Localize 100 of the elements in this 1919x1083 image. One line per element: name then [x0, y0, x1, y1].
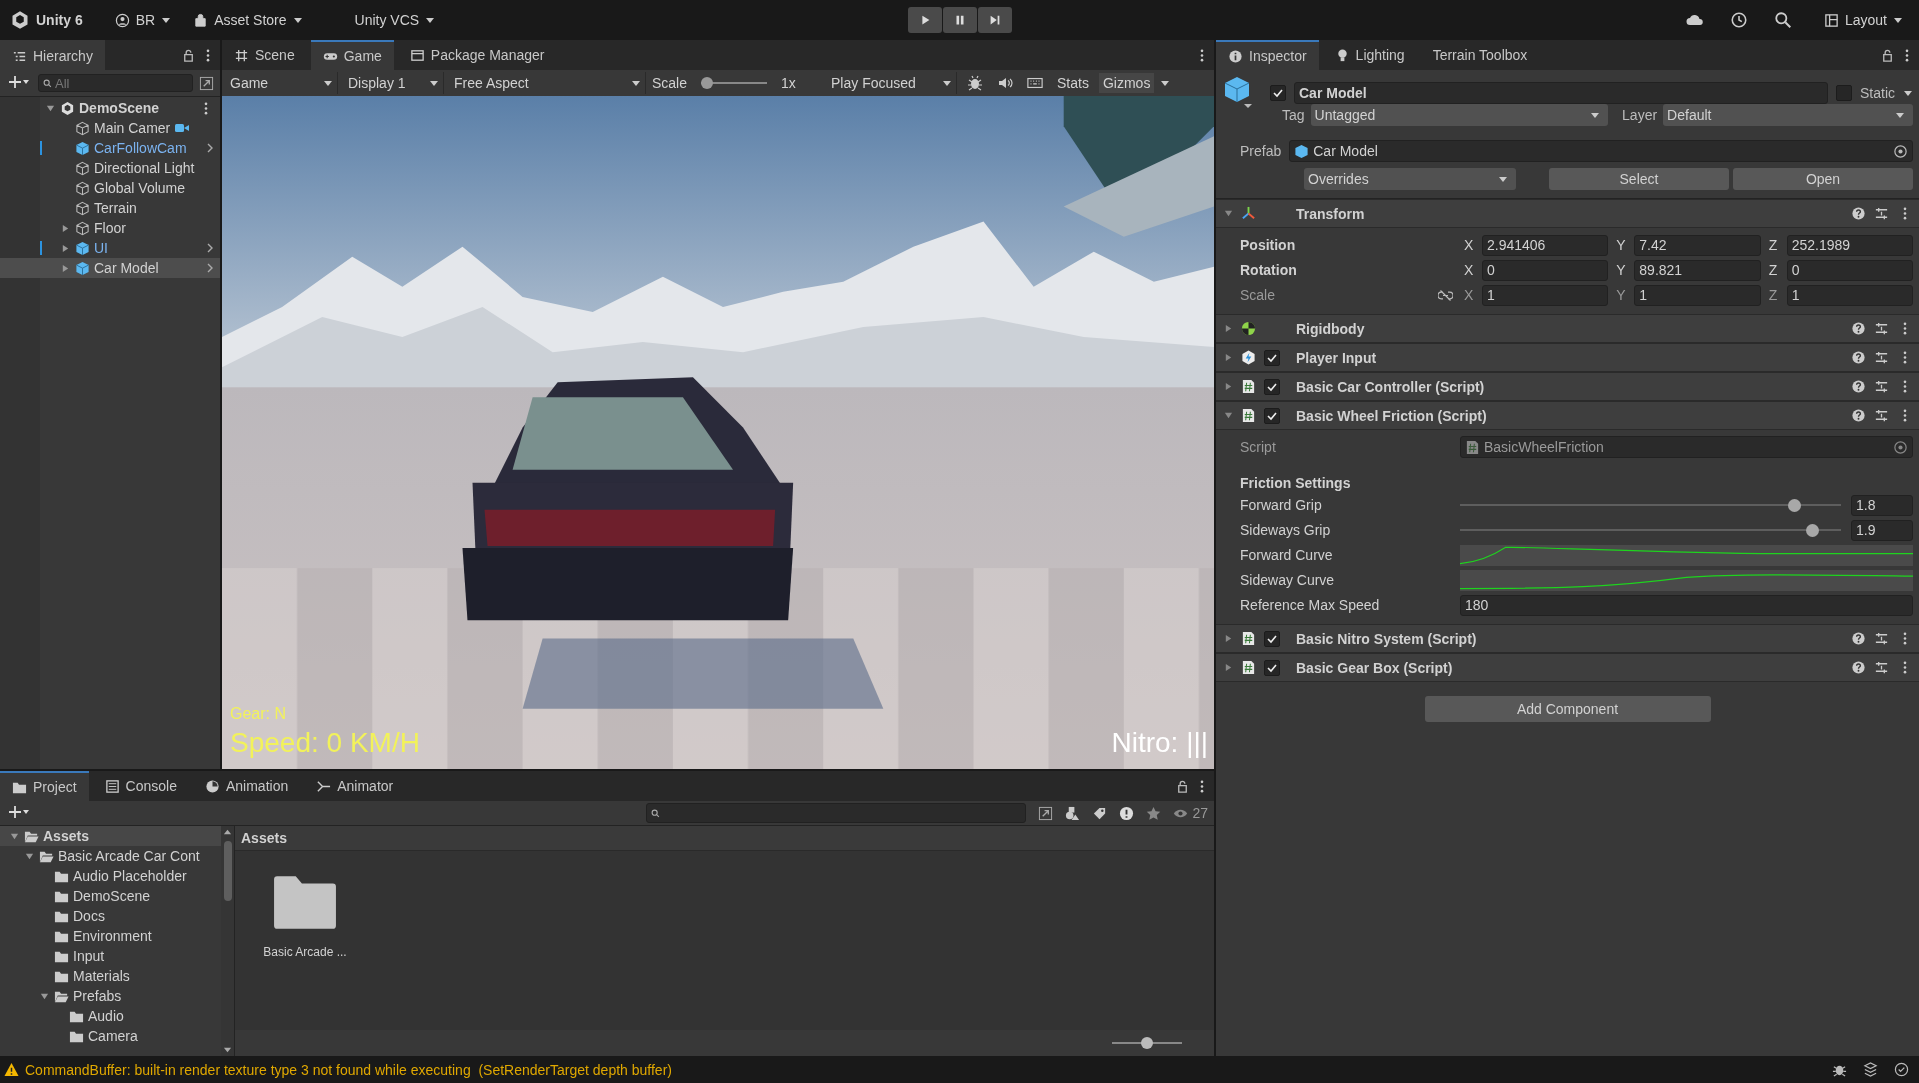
help-icon[interactable]: [1851, 350, 1866, 365]
number-field[interactable]: 1: [1482, 284, 1609, 306]
more-options-icon[interactable]: [1903, 322, 1907, 335]
history-icon[interactable]: [1729, 11, 1748, 29]
speaker-icon[interactable]: [997, 75, 1014, 91]
number-field[interactable]: 180: [1460, 594, 1913, 616]
slider-thumb[interactable]: [701, 77, 714, 89]
stack-icon[interactable]: [1863, 1062, 1878, 1077]
panel-tab[interactable]: Console: [92, 771, 189, 801]
caret-icon[interactable]: [1160, 78, 1171, 88]
more-options-icon[interactable]: [1200, 48, 1204, 62]
target-icon[interactable]: [1893, 143, 1908, 159]
component-header[interactable]: Basic Gear Box (Script): [1216, 653, 1919, 682]
curve-field[interactable]: [1460, 544, 1913, 566]
panel-tab[interactable]: Animation: [192, 771, 301, 801]
pause-button[interactable]: [942, 7, 977, 33]
expanded-arrow-icon[interactable]: [39, 991, 49, 1001]
folder-tree-item[interactable]: Audio: [0, 1006, 221, 1026]
more-options-icon[interactable]: [1903, 409, 1907, 422]
layout-dropdown[interactable]: Layout: [1817, 8, 1909, 32]
collapsed-arrow-icon[interactable]: [1224, 353, 1233, 362]
number-field[interactable]: 2.941406: [1482, 234, 1609, 256]
folder-tree-item[interactable]: DemoScene: [0, 886, 221, 906]
view-tab[interactable]: Package Manager: [397, 40, 557, 70]
number-field[interactable]: 0: [1786, 259, 1913, 281]
stats-button[interactable]: Stats: [1053, 73, 1093, 93]
scrollbar-thumb[interactable]: [223, 841, 232, 901]
folder-tree-item[interactable]: Materials: [0, 966, 221, 986]
component-enabled-checkbox[interactable]: [1264, 378, 1280, 395]
slider-thumb[interactable]: [1805, 523, 1819, 537]
expanded-arrow-icon[interactable]: [24, 851, 34, 861]
hierarchy-item[interactable]: Directional Light: [0, 158, 220, 178]
number-field[interactable]: 252.1989: [1786, 234, 1913, 256]
exclamation-icon[interactable]: [1119, 805, 1135, 821]
more-options-icon[interactable]: [1903, 661, 1907, 674]
view-tab[interactable]: Scene: [222, 40, 307, 70]
folder-icon[interactable]: [272, 875, 338, 931]
folder-tree-item[interactable]: Assets: [0, 826, 221, 846]
hierarchy-item[interactable]: Terrain: [0, 198, 220, 218]
star-icon[interactable]: [1146, 805, 1162, 821]
component-header[interactable]: Rigidbody: [1216, 314, 1919, 343]
collapsed-arrow-icon[interactable]: [60, 223, 70, 233]
collapsed-arrow-icon[interactable]: [60, 263, 70, 273]
view-dropdown[interactable]: Game: [226, 72, 338, 94]
collapsed-arrow-icon[interactable]: [60, 243, 70, 253]
inspector-tab[interactable]: Terrain Toolbox: [1420, 40, 1540, 70]
select-button[interactable]: Select: [1549, 168, 1729, 190]
search-field[interactable]: [646, 803, 1027, 823]
asset-name[interactable]: Basic Arcade ...: [263, 945, 347, 959]
number-field[interactable]: 1.8: [1851, 494, 1913, 516]
active-checkbox[interactable]: [1270, 85, 1286, 101]
play-mode-dropdown[interactable]: Play Focused: [827, 72, 958, 94]
folder-tree-item[interactable]: Environment: [0, 926, 221, 946]
panel-tab[interactable]: Project: [0, 771, 89, 801]
version-control-dropdown[interactable]: Unity VCS: [348, 8, 442, 32]
shapes-icon[interactable]: [1065, 805, 1081, 821]
help-icon[interactable]: [1851, 379, 1866, 394]
hierarchy-tab[interactable]: Hierarchy: [0, 40, 105, 70]
check-circle-icon[interactable]: [1894, 1062, 1909, 1077]
asset-store-dropdown[interactable]: Asset Store: [187, 8, 309, 32]
sliders-icon[interactable]: [1874, 206, 1889, 221]
collapsed-arrow-icon[interactable]: [1224, 663, 1233, 672]
expanded-arrow-icon[interactable]: [1224, 411, 1233, 420]
search-field[interactable]: All: [38, 74, 193, 92]
hierarchy-item[interactable]: Car Model: [0, 258, 220, 278]
sliders-icon[interactable]: [1874, 321, 1889, 336]
folder-tree-item[interactable]: Docs: [0, 906, 221, 926]
more-options-icon[interactable]: [206, 48, 210, 62]
number-field[interactable]: 1.9: [1851, 519, 1913, 541]
sliders-icon[interactable]: [1874, 631, 1889, 646]
component-enabled-checkbox[interactable]: [1264, 407, 1280, 424]
expanded-arrow-icon[interactable]: [1224, 209, 1233, 218]
gizmos-button[interactable]: Gizmos: [1098, 73, 1155, 93]
sliders-icon[interactable]: [1874, 350, 1889, 365]
chevron-icon[interactable]: [206, 242, 214, 254]
open-button[interactable]: Open: [1733, 168, 1913, 190]
hierarchy-item[interactable]: DemoScene: [0, 98, 220, 118]
component-enabled-checkbox[interactable]: [1264, 630, 1280, 647]
help-icon[interactable]: [1851, 206, 1866, 221]
expanded-arrow-icon[interactable]: [9, 831, 19, 841]
status-message[interactable]: CommandBuffer: built-in render texture type 3 not found while executing (SetRenderTarget depth buffer): [25, 1061, 672, 1078]
component-enabled-checkbox[interactable]: [1264, 349, 1280, 366]
sliders-icon[interactable]: [1874, 379, 1889, 394]
aspect-dropdown[interactable]: Free Aspect: [450, 72, 646, 94]
number-field[interactable]: 1: [1786, 284, 1913, 306]
hierarchy-item[interactable]: Floor: [0, 218, 220, 238]
lock-icon[interactable]: [1880, 47, 1895, 63]
more-options-icon[interactable]: [1903, 380, 1907, 393]
breadcrumb[interactable]: Assets: [235, 826, 1214, 851]
object-name-field[interactable]: Car Model: [1294, 82, 1828, 104]
slider-thumb[interactable]: [1141, 1037, 1153, 1049]
tag-icon[interactable]: [1092, 805, 1108, 821]
sliders-icon[interactable]: [1874, 408, 1889, 423]
account-dropdown[interactable]: BR: [108, 8, 178, 32]
scroll-up-icon[interactable]: [223, 828, 232, 837]
layer-dropdown[interactable]: Default: [1663, 104, 1913, 126]
sliders-icon[interactable]: [1874, 660, 1889, 675]
filter-icon[interactable]: [199, 75, 214, 91]
tag-dropdown[interactable]: Untagged: [1310, 104, 1609, 126]
number-field[interactable]: 7.42: [1634, 234, 1761, 256]
